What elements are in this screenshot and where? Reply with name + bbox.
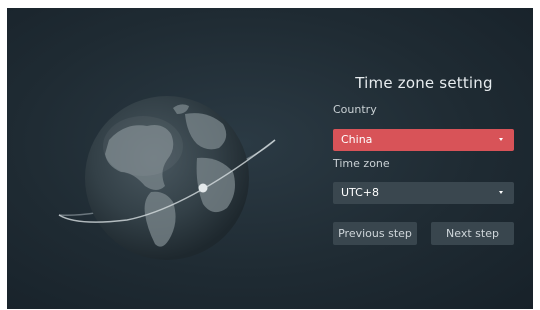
timezone-select[interactable]: UTC+8	[333, 182, 514, 204]
timezone-setup-screen: Time zone setting Country China Time zon…	[7, 8, 533, 309]
page-title: Time zone setting	[355, 74, 493, 92]
timezone-label: Time zone	[333, 157, 390, 170]
country-label: Country	[333, 103, 377, 116]
globe-icon	[58, 96, 276, 260]
previous-step-button[interactable]: Previous step	[333, 222, 417, 245]
caret-down-icon	[499, 191, 503, 194]
next-step-button[interactable]: Next step	[431, 222, 514, 245]
country-select-value: China	[341, 133, 373, 146]
orbit-marker	[198, 183, 208, 193]
globe-illustration	[47, 68, 287, 268]
country-select[interactable]: China	[333, 129, 514, 151]
caret-down-icon	[499, 138, 503, 141]
timezone-select-value: UTC+8	[341, 186, 380, 199]
